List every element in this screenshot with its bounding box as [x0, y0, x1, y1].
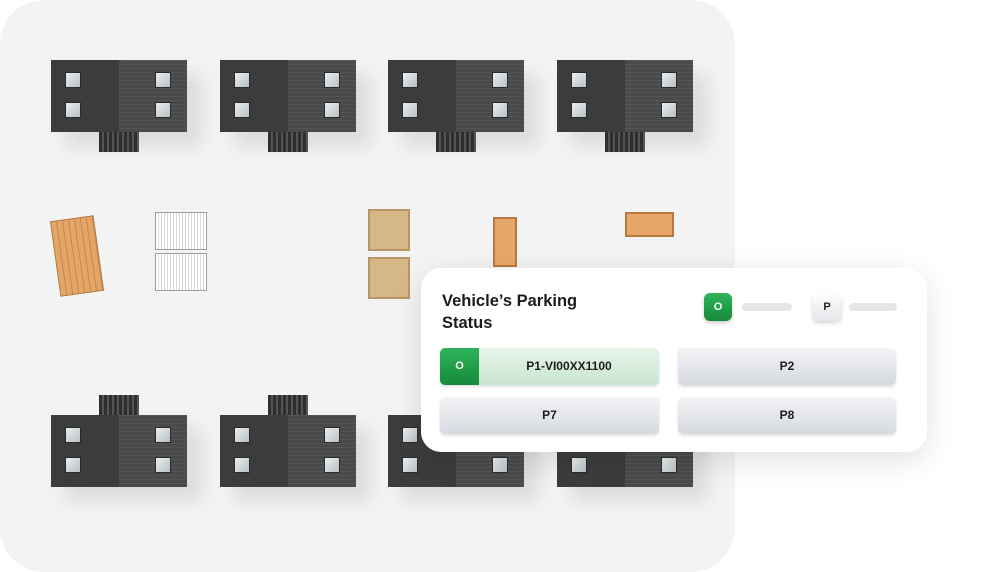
building-icon — [557, 60, 693, 152]
slot-label: P8 — [779, 408, 795, 422]
wood-plank-icon — [49, 215, 105, 297]
building-icon — [220, 395, 356, 487]
card-title: Vehicle’s Parking Status — [442, 292, 578, 332]
parking-slot-p1[interactable]: O P1-VI00XX1100 — [440, 348, 659, 385]
building-icon — [51, 395, 187, 487]
building-icon — [220, 60, 356, 152]
occupied-legend-bar — [742, 303, 792, 311]
pallet-icon — [625, 212, 674, 237]
occupied-status-badge: O — [440, 348, 479, 385]
parking-slot-p7[interactable]: P7 — [440, 397, 659, 434]
parked-legend-bar — [849, 303, 897, 311]
parking-slot-p8[interactable]: P8 — [678, 397, 896, 434]
building-icon — [51, 60, 187, 152]
parking-status-card: Vehicle’s Parking Status O P O P1-VI00XX… — [421, 268, 927, 452]
crate-icon — [368, 209, 410, 251]
parking-slot-p2[interactable]: P2 — [678, 348, 896, 385]
building-icon — [388, 60, 524, 152]
pallet-icon — [493, 217, 517, 267]
vent-icon — [155, 253, 207, 291]
slot-label: P7 — [542, 408, 557, 422]
parked-legend-badge: P — [813, 293, 841, 321]
slot-label: P1-VI00XX1100 — [526, 359, 612, 373]
vent-icon — [155, 212, 207, 250]
slot-label: P2 — [779, 359, 795, 373]
crate-icon — [368, 257, 410, 299]
occupied-legend-badge: O — [704, 293, 732, 321]
